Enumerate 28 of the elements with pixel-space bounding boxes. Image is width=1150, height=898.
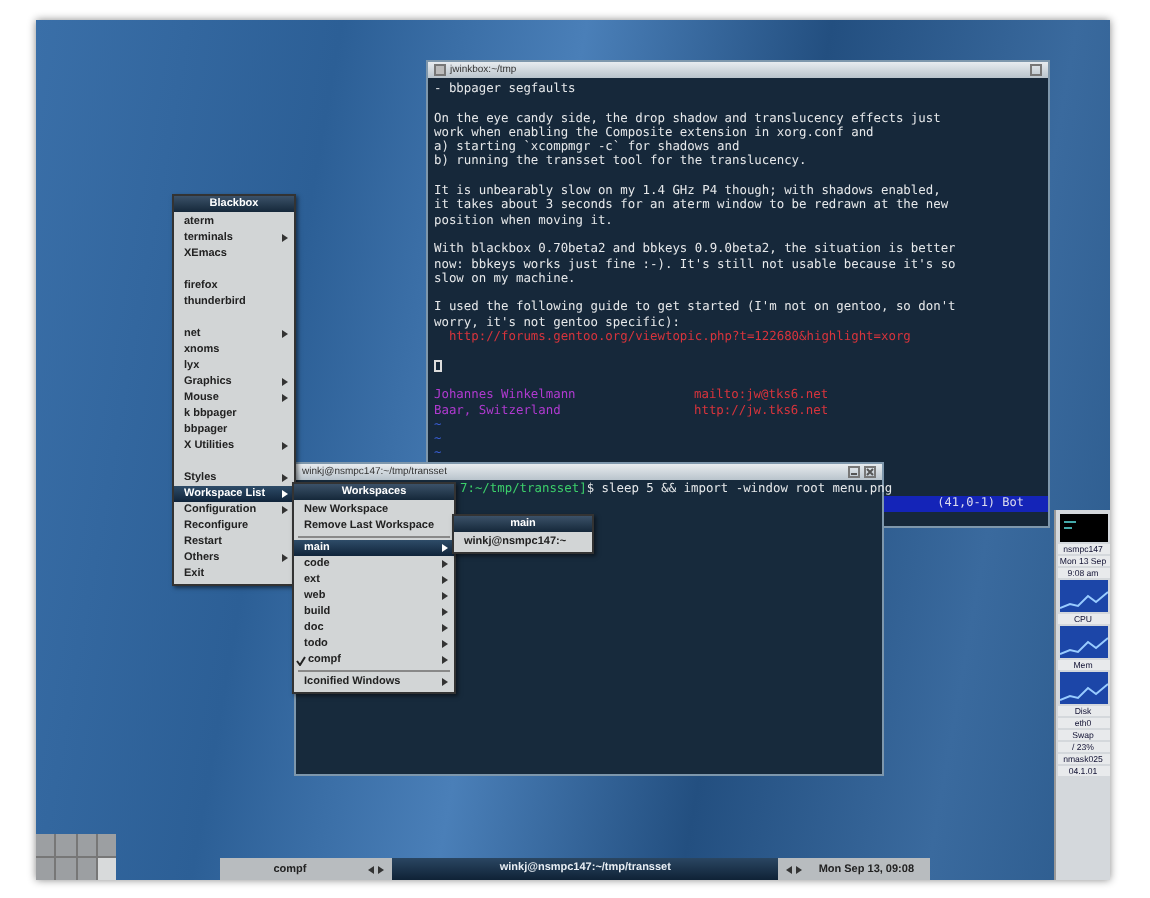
submenu-arrow-icon [282, 234, 288, 242]
submenu-arrow-icon [282, 554, 288, 562]
left-arrow-icon [368, 865, 374, 873]
pager-cell[interactable] [77, 858, 96, 880]
window-icon [434, 64, 446, 76]
graph-drawing [1059, 580, 1107, 612]
graph-drawing [1059, 672, 1107, 704]
pager-cell[interactable] [97, 834, 116, 856]
submenu-arrow-icon [282, 330, 288, 338]
text-cursor [434, 359, 442, 372]
pager-cell[interactable] [36, 858, 55, 880]
submenu-arrow-icon [442, 678, 448, 686]
right-arrow-icon [796, 865, 803, 873]
pager-cell[interactable] [56, 858, 75, 880]
pager-cell[interactable] [36, 834, 55, 856]
left-arrow-icon [786, 865, 793, 873]
graph-drawing [1059, 626, 1107, 658]
pager-cell[interactable] [77, 834, 96, 856]
checkmark-icon [296, 655, 306, 665]
maximize-icon [1030, 64, 1042, 76]
pager-cell[interactable] [97, 858, 116, 880]
pager-cell[interactable] [56, 834, 75, 856]
submenu-arrow-icon [282, 442, 288, 450]
minimize-icon [848, 466, 860, 478]
workspace-pager[interactable] [36, 834, 116, 880]
right-arrow-icon [378, 865, 384, 873]
close-icon [864, 466, 876, 478]
monitor-drawing [1059, 514, 1107, 542]
